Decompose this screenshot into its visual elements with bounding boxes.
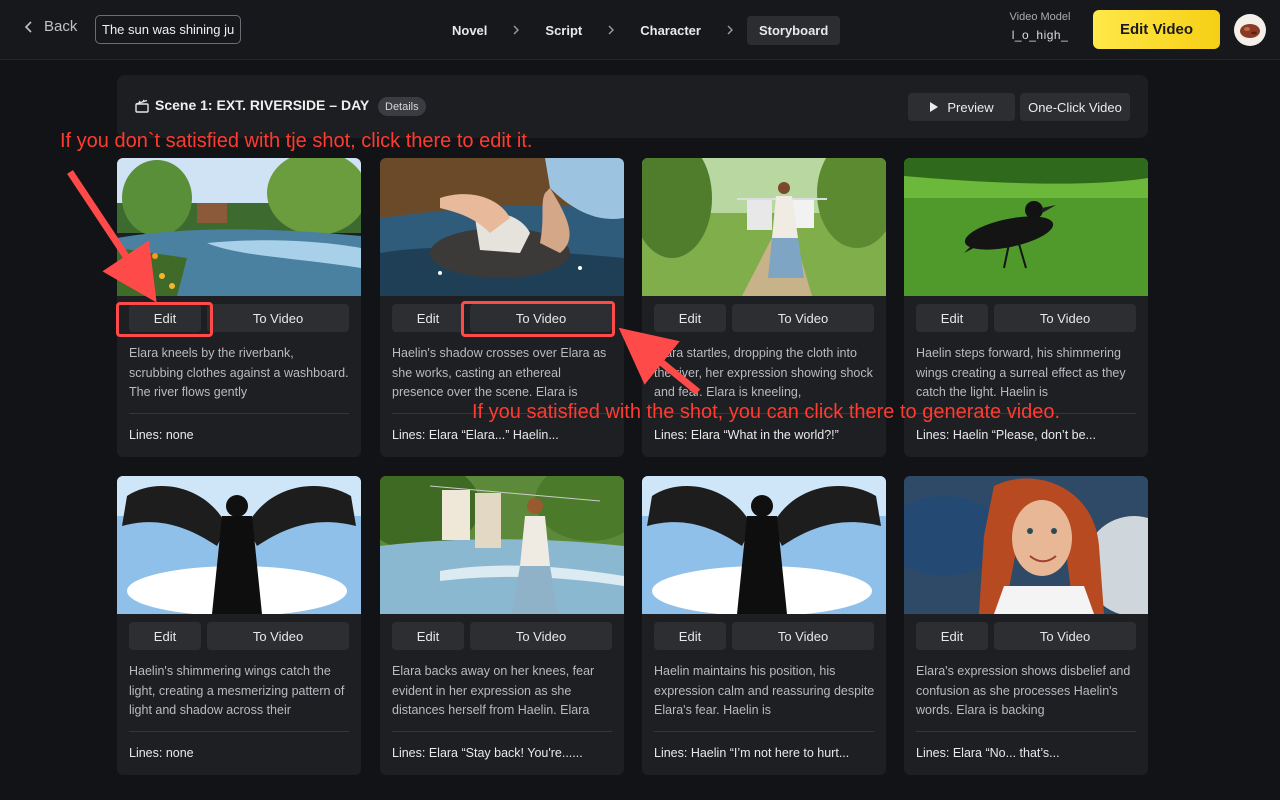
shot-thumbnail[interactable] [642, 476, 886, 614]
shot-card-7: Edit To Video Haelin maintains his posit… [642, 476, 886, 775]
story-title-input[interactable] [95, 15, 241, 44]
shot-thumbnail[interactable] [117, 476, 361, 614]
shot-description: Haelin's shimmering wings catch the ligh… [129, 664, 345, 717]
to-video-button[interactable]: To Video [207, 304, 349, 332]
shot-lines: Lines: Elara “What in the world?!” [654, 428, 839, 442]
edit-shot-button[interactable]: Edit [654, 304, 726, 332]
shot-lines: Lines: Elara “Stay back! You're...... [392, 746, 583, 760]
edit-highlight-box [116, 302, 213, 337]
back-label: Back [44, 18, 78, 35]
edit-shot-button[interactable]: Edit [916, 622, 988, 650]
chevron-right-icon [594, 25, 628, 35]
shot-lines: Lines: none [129, 428, 194, 442]
divider [129, 731, 349, 732]
shot-description: Haelin's shadow crosses over Elara as sh… [392, 346, 607, 399]
edit-shot-button[interactable]: Edit [392, 304, 464, 332]
chevron-right-icon [713, 25, 747, 35]
top-bar: Back Novel Script Character Storyboard V… [0, 0, 1280, 60]
scene-header: Scene 1: EXT. RIVERSIDE – DAY Details Pr… [117, 75, 1148, 138]
to-video-button[interactable]: To Video [470, 622, 612, 650]
divider [916, 731, 1136, 732]
shot-description: Elara backs away on her knees, fear evid… [392, 664, 595, 717]
to-video-button[interactable]: To Video [732, 304, 874, 332]
clapperboard-icon [135, 99, 149, 113]
edit-shot-button[interactable]: Edit [654, 622, 726, 650]
edit-shot-button[interactable]: Edit [392, 622, 464, 650]
step-novel[interactable]: Novel [440, 16, 499, 45]
shot-card-5: Edit To Video Haelin's shimmering wings … [117, 476, 361, 775]
play-icon [930, 102, 939, 112]
chevron-right-icon [499, 25, 533, 35]
shot-thumbnail[interactable] [904, 476, 1148, 614]
video-model-value[interactable]: l_o_high_ [1000, 28, 1080, 42]
one-click-video-button[interactable]: One-Click Video [1020, 93, 1130, 121]
video-hint-annotation: If you satisfied with the shot, you can … [472, 401, 1061, 423]
shot-card-6: Edit To Video Elara backs away on her kn… [380, 476, 624, 775]
shot-description: Haelin steps forward, his shimmering win… [916, 346, 1126, 399]
shot-description: Elara's expression shows disbelief and c… [916, 664, 1131, 717]
step-script[interactable]: Script [533, 16, 594, 45]
edit-video-button[interactable]: Edit Video [1093, 10, 1220, 49]
shot-lines: Lines: Elara “No... that’s... [916, 746, 1060, 760]
shot-thumbnail[interactable] [904, 158, 1148, 296]
shot-thumbnail[interactable] [380, 158, 624, 296]
to-video-button[interactable]: To Video [207, 622, 349, 650]
preview-label: Preview [947, 99, 994, 115]
shot-thumbnail[interactable] [642, 158, 886, 296]
scene-title: Scene 1: EXT. RIVERSIDE – DAY [155, 97, 370, 113]
one-click-label: One-Click Video [1028, 99, 1122, 115]
avatar-icon [1240, 24, 1260, 38]
divider [392, 731, 612, 732]
divider [129, 413, 349, 414]
shot-card-8: Edit To Video Elara's expression shows d… [904, 476, 1148, 775]
user-avatar[interactable] [1234, 14, 1266, 46]
shot-lines: Lines: Elara “Elara...” Haelin... [392, 428, 559, 442]
to-video-button[interactable]: To Video [994, 304, 1136, 332]
shot-thumbnail[interactable] [380, 476, 624, 614]
shot-lines: Lines: Haelin “I’m not here to hurt... [654, 746, 850, 760]
video-model-selector[interactable]: Video Model l_o_high_ [1000, 11, 1080, 42]
shot-lines: Lines: Haelin “Please, don’t be... [916, 428, 1096, 442]
chevron-left-icon [24, 20, 32, 33]
shot-description: Elara kneels by the riverbank, scrubbing… [129, 346, 349, 399]
to-video-highlight-box [461, 301, 615, 337]
back-button[interactable]: Back [22, 18, 77, 35]
step-character[interactable]: Character [628, 16, 713, 45]
shot-description: Haelin maintains his position, his expre… [654, 664, 875, 717]
edit-shot-button[interactable]: Edit [129, 622, 201, 650]
step-storyboard[interactable]: Storyboard [746, 15, 841, 45]
edit-shot-button[interactable]: Edit [916, 304, 988, 332]
workflow-steps: Novel Script Character Storyboard [440, 15, 841, 45]
preview-button[interactable]: Preview [908, 93, 1015, 121]
edit-hint-annotation: If you don`t satisfied with tje shot, cl… [60, 130, 533, 152]
details-badge[interactable]: Details [378, 97, 426, 116]
divider [654, 731, 874, 732]
video-model-label: Video Model [1009, 11, 1071, 23]
shot-lines: Lines: none [129, 746, 194, 760]
shot-description: Elara startles, dropping the cloth into … [654, 346, 873, 399]
to-video-button[interactable]: To Video [994, 622, 1136, 650]
shot-thumbnail[interactable] [117, 158, 361, 296]
to-video-button[interactable]: To Video [732, 622, 874, 650]
